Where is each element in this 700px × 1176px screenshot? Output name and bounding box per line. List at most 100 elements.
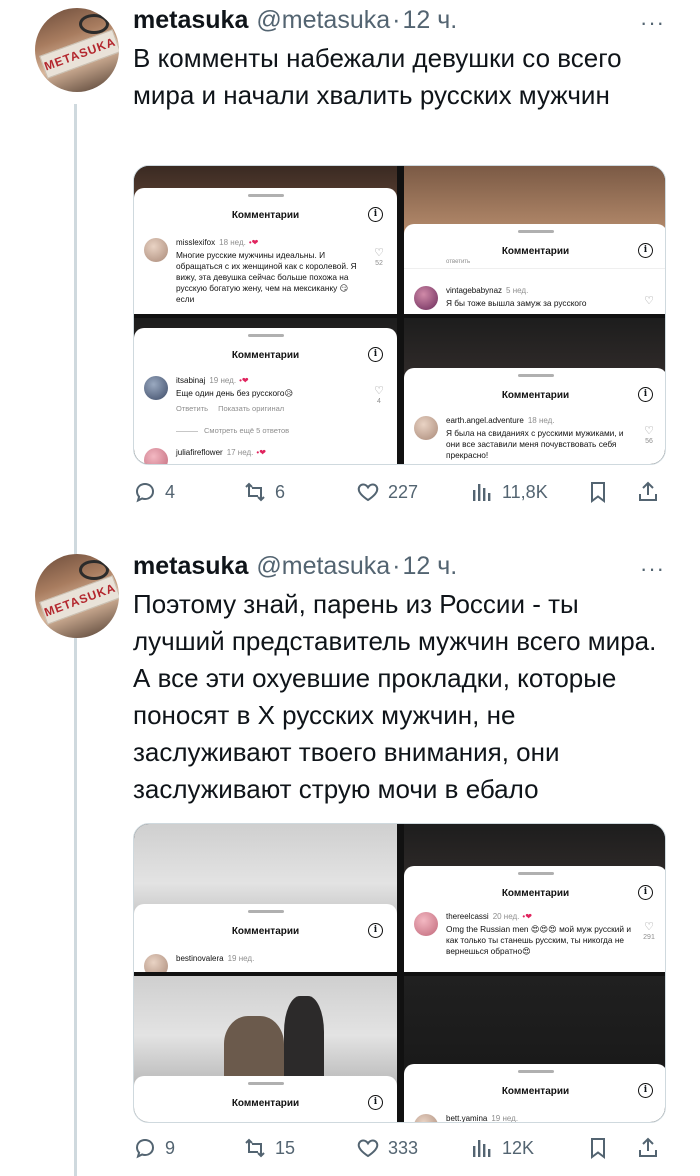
comments-sheet: Комментарии i ответить vintagebabynaz 5 н… bbox=[404, 224, 665, 314]
author-name[interactable]: metasuka bbox=[133, 6, 248, 35]
media-image[interactable]: Комментарии i itsabinaj 19 нед. •❤ Еще оди… bbox=[134, 318, 397, 464]
info-icon: i bbox=[368, 207, 383, 222]
tweet-text: Поэтому знай, парень из России - ты лучш… bbox=[133, 589, 657, 804]
comment-like: ♡ 52 bbox=[371, 246, 387, 267]
reply-button[interactable]: 4 bbox=[133, 480, 175, 504]
tweet-header: metasuka @metasuka · 12 ч. bbox=[133, 6, 457, 35]
comments-sheet: Комментарии i itsabinaj 19 нед. •❤ Еще оди… bbox=[134, 328, 397, 464]
avatar-sign: METASUKA bbox=[39, 29, 119, 79]
sheet-title: Комментарии bbox=[231, 1098, 300, 1109]
retweet-button[interactable]: 15 bbox=[243, 1136, 295, 1160]
tweet-actions: 9 15 333 12K bbox=[133, 1136, 673, 1166]
tweet-time[interactable]: 12 ч. bbox=[402, 552, 457, 581]
reply-button[interactable]: 9 bbox=[133, 1136, 175, 1160]
separator-dot: · bbox=[392, 6, 401, 34]
separator-dot: · bbox=[392, 552, 401, 580]
view-count: 11,8K bbox=[502, 481, 548, 502]
media-image[interactable]: Комментарии i thereelcassi 20 нед. •❤ Omg … bbox=[404, 824, 665, 972]
reply-link: Ответить bbox=[176, 404, 209, 413]
commenter-avatar bbox=[144, 954, 168, 972]
tweet[interactable]: METASUKA metasuka @metasuka · 12 ч. ··· … bbox=[0, 546, 700, 1176]
bookmark-button[interactable] bbox=[586, 480, 618, 504]
media-image[interactable]: Комментарии i ответить vintagebabynaz 5 н… bbox=[404, 166, 665, 314]
author-handle[interactable]: @metasuka bbox=[256, 552, 390, 581]
media-image[interactable]: Комментарии i bett.yamina 19 нед. bbox=[404, 976, 665, 1123]
info-icon: i bbox=[638, 1083, 653, 1098]
reply-count: 4 bbox=[165, 481, 176, 502]
views-button[interactable]: 12K bbox=[470, 1136, 534, 1160]
tweet-time[interactable]: 12 ч. bbox=[402, 6, 457, 35]
commenter-name: bestinovalera bbox=[176, 954, 224, 963]
commenter-avatar bbox=[144, 376, 168, 400]
tweet[interactable]: METASUKA metasuka @metasuka · 12 ч. ··· … bbox=[0, 0, 700, 530]
retweet-button[interactable]: 6 bbox=[243, 480, 285, 504]
commenter-name: thereelcassi bbox=[446, 912, 489, 921]
sheet-title: Комментарии bbox=[501, 390, 570, 401]
comment-age: 20 нед. bbox=[492, 912, 520, 921]
info-icon: i bbox=[638, 243, 653, 258]
comment-age: 19 нед. bbox=[491, 1114, 519, 1123]
media-image[interactable]: Комментарии i misslexifox 18 нед. •❤ Многи… bbox=[134, 166, 397, 314]
author-handle[interactable]: @metasuka bbox=[256, 6, 390, 35]
tweet-text: В комменты набежали девушки со всего мир… bbox=[133, 43, 622, 110]
creator-heart-icon: •❤ bbox=[248, 238, 259, 247]
creator-heart-icon: •❤ bbox=[256, 448, 266, 457]
avatar-sign: METASUKA bbox=[39, 575, 119, 625]
share-button[interactable] bbox=[636, 480, 668, 504]
comments-sheet: Комментарии i misslexifox 18 нед. •❤ Многи… bbox=[134, 188, 397, 314]
heart-outline-icon: ♡ bbox=[644, 295, 654, 307]
like-button[interactable]: 333 bbox=[356, 1136, 418, 1160]
comment-age: 18 нед. bbox=[219, 238, 246, 247]
comment-like: ♡ 291 bbox=[641, 920, 657, 941]
comments-sheet: Комментарии i earth.angel.adventure 18 не… bbox=[404, 368, 665, 464]
like-button[interactable]: 227 bbox=[356, 480, 418, 504]
media-image[interactable]: Комментарии i bbox=[134, 976, 397, 1122]
comment-actions: Ответить Показать оригинал bbox=[176, 404, 294, 413]
avatar[interactable]: METASUKA bbox=[35, 8, 119, 92]
sheet-title: Комментарии bbox=[231, 350, 300, 361]
views-button[interactable]: 11,8K bbox=[470, 480, 548, 504]
views-icon bbox=[473, 1140, 491, 1157]
bookmark-button[interactable] bbox=[586, 1136, 618, 1160]
more-icon[interactable]: ··· bbox=[640, 556, 665, 582]
media-grid[interactable]: Комментарии i misslexifox 18 нед. •❤ Многи… bbox=[133, 165, 666, 465]
sheet-title: Комментарии bbox=[231, 926, 300, 937]
comment-text: Еще один день без русского😥 bbox=[176, 388, 294, 398]
share-icon bbox=[639, 1137, 657, 1157]
comment-text: Я бы тоже вышла замуж за русского bbox=[446, 298, 587, 308]
comments-sheet: Комментарии i bbox=[134, 1076, 397, 1122]
people-shape bbox=[284, 996, 324, 1086]
commenter-name: misslexifox bbox=[176, 238, 216, 247]
share-button[interactable] bbox=[636, 1136, 668, 1160]
author-name[interactable]: metasuka bbox=[133, 552, 248, 581]
info-icon: i bbox=[368, 1095, 383, 1110]
media-image[interactable]: Комментарии i bestinovalera 19 нед. bbox=[134, 824, 397, 972]
comment-age: 5 нед. bbox=[506, 286, 529, 295]
tweet-header: metasuka @metasuka · 12 ч. bbox=[133, 552, 457, 581]
sheet-title: Комментарии bbox=[501, 888, 570, 899]
sheet-title: Комментарии bbox=[231, 210, 300, 221]
bookmark-icon bbox=[591, 1138, 605, 1159]
commenter-name: earth.angel.adventure bbox=[446, 416, 524, 425]
like-count: 56 bbox=[645, 438, 653, 445]
commenter-avatar bbox=[414, 416, 438, 440]
commenter-name: itsabinaj bbox=[176, 376, 206, 385]
heart-outline-icon: ♡ bbox=[374, 247, 384, 259]
heart-outline-icon: ♡ bbox=[644, 425, 654, 437]
media-grid[interactable]: Комментарии i bestinovalera 19 нед. Комме… bbox=[133, 823, 666, 1123]
comment-age: 17 нед. bbox=[226, 448, 254, 457]
reply-icon bbox=[135, 1138, 155, 1159]
retweet-icon bbox=[245, 482, 265, 502]
avatar[interactable]: METASUKA bbox=[35, 554, 119, 638]
comments-sheet: Комментарии i bestinovalera 19 нед. bbox=[134, 904, 397, 972]
like-count: 333 bbox=[388, 1137, 419, 1158]
translate-link: Показать оригинал bbox=[218, 404, 285, 413]
like-count: 227 bbox=[388, 481, 419, 502]
comment-age: 18 нед. bbox=[527, 416, 555, 425]
like-count: 52 bbox=[375, 260, 383, 267]
commenter-avatar bbox=[414, 1114, 438, 1122]
view-count: 12K bbox=[502, 1137, 535, 1158]
comments-sheet: Комментарии i thereelcassi 20 нед. •❤ Omg … bbox=[404, 866, 665, 972]
more-icon[interactable]: ··· bbox=[640, 10, 665, 36]
media-image[interactable]: Комментарии i earth.angel.adventure 18 не… bbox=[404, 318, 665, 464]
